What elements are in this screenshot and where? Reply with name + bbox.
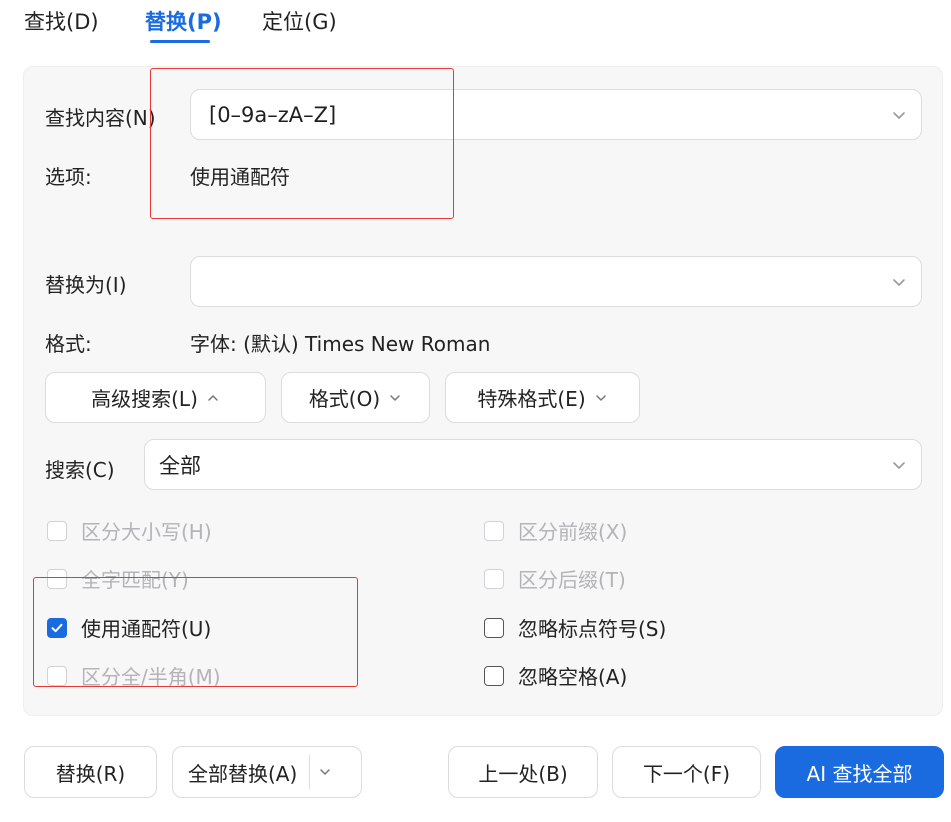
options-label: 选项:	[45, 165, 92, 189]
next-button-label: 下一个(F)	[642, 761, 731, 786]
checkbox[interactable]	[484, 520, 504, 541]
chevron-down-icon[interactable]	[891, 107, 907, 123]
chevron-down-icon[interactable]	[891, 274, 907, 290]
replace-all-button[interactable]: 全部替换(A)	[172, 746, 362, 798]
tab-replace[interactable]: 替换(P)	[145, 6, 222, 36]
tab-find[interactable]: 查找(D)	[24, 6, 99, 36]
replace-input[interactable]	[190, 256, 922, 307]
option-ignore-punctuation[interactable]: 忽略标点符号(S)	[484, 613, 666, 642]
ai-find-all-button[interactable]: AI 查找全部	[775, 746, 944, 798]
option-label: 区分大小写(H)	[81, 520, 212, 544]
option-match-prefix[interactable]: 区分前缀(X)	[484, 516, 627, 545]
chevron-down-icon	[390, 394, 400, 401]
previous-button[interactable]: 上一处(B)	[448, 746, 598, 798]
find-input-value: [0–9a–zA–Z]	[209, 102, 337, 127]
option-ignore-space[interactable]: 忽略空格(A)	[484, 661, 627, 690]
format-button-label: 格式(O)	[308, 387, 381, 411]
replace-button[interactable]: 替换(R)	[24, 746, 157, 798]
replace-button-label: 替换(R)	[55, 761, 126, 786]
option-match-case[interactable]: 区分大小写(H)	[47, 516, 212, 545]
format-button[interactable]: 格式(O)	[281, 372, 430, 423]
checkbox[interactable]	[484, 568, 504, 589]
checkbox[interactable]	[47, 568, 67, 589]
special-format-button[interactable]: 特殊格式(E)	[445, 372, 640, 423]
chevron-down-icon[interactable]	[891, 457, 907, 473]
special-format-label: 特殊格式(E)	[477, 387, 586, 411]
check-icon	[51, 623, 63, 632]
option-label: 使用通配符(U)	[81, 617, 212, 641]
replace-label: 替换为(I)	[45, 273, 127, 297]
format-label: 格式:	[45, 332, 92, 356]
chevron-down-icon[interactable]	[318, 765, 332, 779]
option-match-width[interactable]: 区分全/半角(M)	[47, 661, 221, 690]
options-value: 使用通配符	[190, 165, 290, 189]
option-label: 区分后缀(T)	[518, 568, 626, 592]
option-label: 区分全/半角(M)	[81, 665, 221, 689]
advanced-search-label: 高级搜索(L)	[91, 387, 198, 411]
find-label: 查找内容(N)	[45, 106, 156, 130]
search-scope-label: 搜索(C)	[45, 458, 115, 482]
next-button[interactable]: 下一个(F)	[612, 746, 761, 798]
option-label: 忽略空格(A)	[518, 665, 628, 689]
search-scope-select[interactable]: 全部	[144, 439, 922, 490]
split-divider	[309, 755, 311, 789]
replace-all-label: 全部替换(A)	[188, 761, 298, 786]
search-scope-value: 全部	[159, 453, 201, 478]
checkbox-checked[interactable]	[47, 617, 67, 638]
option-use-wildcards[interactable]: 使用通配符(U)	[47, 613, 211, 642]
checkbox[interactable]	[484, 617, 504, 638]
option-whole-word[interactable]: 全字匹配(Y)	[47, 564, 189, 593]
checkbox[interactable]	[47, 520, 67, 541]
find-input[interactable]: [0–9a–zA–Z]	[190, 89, 922, 140]
checkbox[interactable]	[47, 665, 67, 686]
option-match-suffix[interactable]: 区分后缀(T)	[484, 564, 626, 593]
ai-find-all-label: AI 查找全部	[806, 761, 913, 786]
option-label: 区分前缀(X)	[518, 520, 628, 544]
option-label: 全字匹配(Y)	[81, 568, 189, 592]
previous-button-label: 上一处(B)	[478, 761, 568, 786]
format-value: 字体: (默认) Times New Roman	[190, 332, 491, 356]
chevron-up-icon	[208, 394, 218, 401]
active-tab-indicator	[150, 40, 210, 43]
tab-goto[interactable]: 定位(G)	[262, 6, 337, 36]
option-label: 忽略标点符号(S)	[518, 617, 667, 641]
chevron-down-icon	[595, 394, 606, 401]
checkbox[interactable]	[484, 665, 504, 686]
advanced-search-button[interactable]: 高级搜索(L)	[45, 372, 266, 423]
